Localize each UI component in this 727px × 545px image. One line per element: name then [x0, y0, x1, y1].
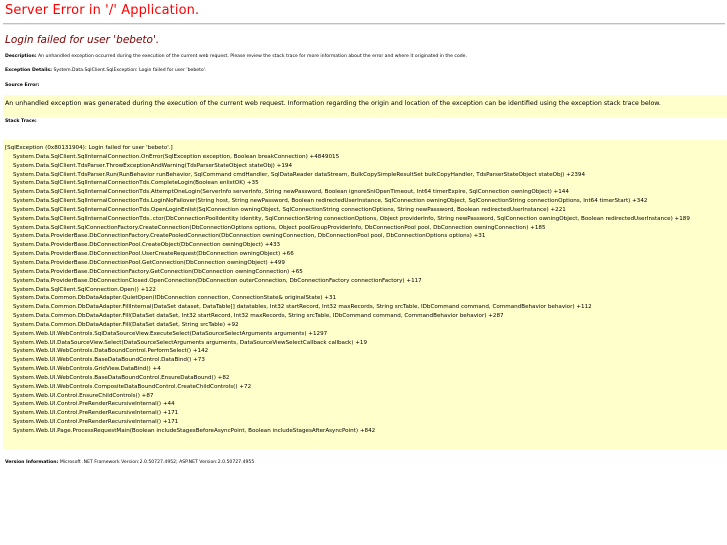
version-info-section: Version Information: Microsoft .NET Fram…	[5, 460, 254, 465]
error-page: Server Error in '/' Application. Login f…	[0, 0, 727, 545]
source-error-label: Source Error:	[5, 83, 40, 88]
stack-trace-line: System.Data.SqlClient.SqlInternalConnect…	[13, 215, 690, 222]
stack-trace-label: Stack Trace:	[5, 119, 37, 124]
stack-trace-line: System.Data.ProviderBase.DbConnectionFac…	[13, 233, 486, 240]
stack-trace-line: System.Data.Common.DbDataAdapter.Fill(Da…	[13, 313, 504, 320]
stack-trace-line: System.Data.SqlClient.SqlConnectionFacto…	[13, 224, 546, 231]
stack-trace-line: System.Data.SqlClient.SqlInternalConnect…	[13, 189, 569, 196]
stack-trace-line: System.Data.ProviderBase.DbConnectionPoo…	[13, 259, 285, 266]
page-title: Server Error in '/' Application.	[5, 3, 200, 18]
stack-trace-box: [SqlException (0x80131904): Login failed…	[3, 140, 727, 449]
stack-trace-line: System.Data.Common.DbDataAdapter.FillInt…	[13, 304, 592, 311]
stack-trace-line: System.Web.UI.WebControls.CompositeDataB…	[13, 383, 252, 390]
stack-trace-line: System.Web.UI.Page.ProcessRequestMain(Bo…	[13, 428, 376, 434]
error-message: Login failed for user 'bebeto'.	[5, 34, 160, 46]
stack-trace-line: [SqlException (0x80131904): Login failed…	[5, 145, 173, 151]
stack-trace-line: System.Data.SqlClient.TdsParser.ThrowExc…	[13, 162, 293, 169]
stack-trace-line: System.Data.ProviderBase.DbConnectionClo…	[13, 277, 422, 284]
stack-trace-line: System.Data.SqlClient.SqlInternalConnect…	[13, 180, 259, 187]
stack-trace-line: System.Data.SqlClient.SqlInternalConnect…	[13, 198, 648, 205]
source-error-section: Source Error:	[5, 83, 39, 88]
description-section: Description: An unhandled exception occu…	[5, 54, 467, 59]
stack-trace-line: System.Data.Common.DbDataAdapter.Fill(Da…	[13, 321, 239, 328]
exception-details-label: Exception Details:	[5, 68, 52, 73]
stack-trace-line: System.Web.UI.Control.PreRenderRecursive…	[13, 401, 175, 408]
description-label: Description:	[5, 54, 37, 59]
stack-trace-line: System.Data.ProviderBase.DbConnectionPoo…	[13, 242, 281, 249]
stack-trace-line: System.Web.UI.WebControls.DataBoundContr…	[13, 348, 209, 355]
stack-trace-line: System.Data.SqlClient.SqlInternalConnect…	[13, 153, 340, 160]
stack-trace-line: System.Data.SqlClient.SqlConnection.Open…	[13, 286, 156, 293]
description-text: An unhandled exception occurred during t…	[38, 54, 467, 59]
stack-trace-line: System.Data.Common.DbDataAdapter.QuietOp…	[13, 295, 337, 302]
stack-trace-line: System.Data.ProviderBase.DbConnectionPoo…	[13, 251, 294, 258]
version-info-label: Version Information:	[5, 460, 59, 465]
stack-trace-line: System.Data.SqlClient.SqlInternalConnect…	[13, 206, 566, 213]
source-error-message: An unhandled exception was generated dur…	[5, 100, 661, 107]
stack-trace-line: System.Data.ProviderBase.DbConnectionFac…	[13, 268, 303, 275]
title-divider	[3, 23, 725, 25]
version-info-text: Microsoft .NET Framework Version:2.0.507…	[59, 460, 255, 465]
stack-trace-line: System.Web.UI.DataSourceView.Select(Data…	[13, 339, 368, 346]
stack-trace-line: System.Web.UI.Control.PreRenderRecursive…	[13, 410, 179, 417]
stack-trace-line: System.Web.UI.WebControls.BaseDataBoundC…	[13, 357, 205, 364]
stack-trace-line: System.Web.UI.WebControls.SqlDataSourceV…	[13, 330, 328, 337]
stack-trace-line: System.Data.SqlClient.TdsParser.Run(RunB…	[13, 171, 586, 178]
stack-trace-list: [SqlException (0x80131904): Login failed…	[5, 144, 690, 436]
stack-trace-line: System.Web.UI.WebControls.BaseDataBoundC…	[13, 374, 230, 381]
exception-details-section: Exception Details: System.Data.SqlClient…	[5, 68, 206, 73]
stack-trace-section: Stack Trace:	[5, 119, 37, 124]
exception-details-text: System.Data.SqlClient.SqlException: Logi…	[53, 68, 207, 73]
source-error-box: An unhandled exception was generated dur…	[3, 95, 727, 117]
stack-trace-line: System.Web.UI.Control.PreRenderRecursive…	[13, 419, 179, 426]
stack-trace-line: System.Web.UI.Control.EnsureChildControl…	[13, 392, 154, 399]
stack-trace-line: System.Web.UI.WebControls.GridView.DataB…	[13, 366, 161, 373]
